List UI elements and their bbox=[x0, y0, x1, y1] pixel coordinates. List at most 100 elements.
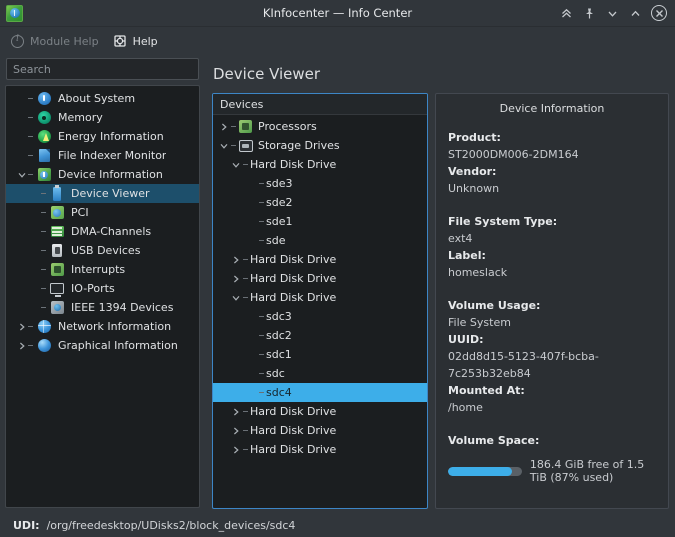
sidebar-item-label: PCI bbox=[71, 206, 89, 219]
device-tree-row[interactable]: Storage Drives bbox=[213, 136, 427, 155]
device-tree-row[interactable]: sdc2 bbox=[213, 326, 427, 345]
module-help-button[interactable]: Module Help bbox=[10, 34, 99, 49]
chevron-down-icon[interactable] bbox=[229, 155, 243, 174]
sidebar-item-interrupts[interactable]: Interrupts bbox=[6, 260, 199, 279]
chevron-right-icon[interactable] bbox=[217, 117, 231, 136]
tree-connector bbox=[28, 127, 36, 146]
tree-connector bbox=[41, 279, 49, 298]
device-tree-row-label: Processors bbox=[258, 120, 317, 133]
tree-connector bbox=[243, 250, 250, 269]
tree-connector bbox=[259, 174, 266, 193]
chevron-right-icon[interactable] bbox=[229, 269, 243, 288]
sphere-icon bbox=[36, 338, 52, 354]
sidebar-item-pci[interactable]: PCI bbox=[6, 203, 199, 222]
device-tree-row[interactable]: Processors bbox=[213, 117, 427, 136]
device-tree-header: Devices bbox=[213, 94, 427, 115]
device-tree-row[interactable]: sdc1 bbox=[213, 345, 427, 364]
pin-icon[interactable] bbox=[582, 6, 596, 20]
main-content: Device Viewer Devices Processors Storage … bbox=[205, 55, 675, 513]
device-tree-row[interactable]: Hard Disk Drive bbox=[213, 155, 427, 174]
tree-connector bbox=[243, 440, 250, 459]
device-tree-row-label: Hard Disk Drive bbox=[250, 405, 337, 418]
sidebar: About System Memory Energy Information File… bbox=[0, 55, 205, 513]
device-tree-row[interactable]: sde bbox=[213, 231, 427, 250]
chevron-right-icon[interactable] bbox=[15, 336, 28, 355]
volume-space-key: Volume Space: bbox=[448, 434, 540, 447]
device-tree-row-label: sdc3 bbox=[266, 310, 292, 323]
search-input[interactable] bbox=[6, 58, 199, 80]
field-spacer bbox=[448, 416, 656, 432]
device-info-value: /home bbox=[448, 401, 483, 414]
chevron-down-icon[interactable] bbox=[217, 136, 231, 155]
sidebar-item-about-system[interactable]: About System bbox=[6, 89, 199, 108]
device-tree-row-label: Storage Drives bbox=[258, 139, 340, 152]
device-tree-body[interactable]: Processors Storage Drives Hard Disk Drive s… bbox=[213, 115, 427, 508]
tree-connector bbox=[243, 155, 250, 174]
double-chevron-up-icon[interactable] bbox=[559, 6, 573, 20]
chevron-down-icon[interactable] bbox=[229, 288, 243, 307]
sidebar-item-network-information[interactable]: Network Information bbox=[6, 317, 199, 336]
device-tree-row[interactable]: Hard Disk Drive bbox=[213, 421, 427, 440]
globe-icon bbox=[36, 319, 52, 335]
device-info-key: Mounted At: bbox=[448, 384, 525, 397]
device-tree-row[interactable]: Hard Disk Drive bbox=[213, 250, 427, 269]
kinfocenter-icon bbox=[6, 4, 23, 22]
sidebar-item-label: Energy Information bbox=[58, 130, 164, 143]
file-icon bbox=[36, 148, 52, 164]
tree-connector bbox=[259, 307, 266, 326]
chevron-right-icon[interactable] bbox=[229, 402, 243, 421]
page-title: Device Viewer bbox=[213, 65, 321, 83]
close-icon[interactable] bbox=[651, 5, 667, 21]
sidebar-item-label: USB Devices bbox=[71, 244, 141, 257]
device-tree-row-label: sdc2 bbox=[266, 329, 292, 342]
chevron-right-icon[interactable] bbox=[15, 317, 28, 336]
device-tree-panel[interactable]: Devices Processors Storage Drives Hard Dis… bbox=[212, 93, 428, 509]
window-controls bbox=[559, 5, 675, 21]
search-container bbox=[5, 55, 200, 85]
chevron-right-icon[interactable] bbox=[229, 250, 243, 269]
interrupt-icon bbox=[49, 262, 65, 278]
sidebar-item-dma-channels[interactable]: DMA-Channels bbox=[6, 222, 199, 241]
device-tree-row[interactable]: sdc3 bbox=[213, 307, 427, 326]
sidebar-item-device-information[interactable]: Device Information bbox=[6, 165, 199, 184]
sidebar-item-graphical-information[interactable]: Graphical Information bbox=[6, 336, 199, 355]
device-tree-row-label: sde bbox=[266, 234, 286, 247]
chevron-right-icon[interactable] bbox=[229, 421, 243, 440]
sidebar-item-memory[interactable]: Memory bbox=[6, 108, 199, 127]
tree-connector bbox=[28, 336, 36, 355]
sidebar-item-io-ports[interactable]: IO-Ports bbox=[6, 279, 199, 298]
module-tree[interactable]: About System Memory Energy Information File… bbox=[5, 85, 200, 508]
sidebar-item-usb-devices[interactable]: USB Devices bbox=[6, 241, 199, 260]
tree-connector bbox=[41, 222, 49, 241]
sidebar-item-ieee-1394-devices[interactable]: IEEE 1394 Devices bbox=[6, 298, 199, 317]
device-tree-row[interactable]: sde1 bbox=[213, 212, 427, 231]
help-button[interactable]: Help bbox=[113, 34, 158, 49]
device-tree-row-label: Hard Disk Drive bbox=[250, 253, 337, 266]
chevron-up-icon[interactable] bbox=[628, 6, 642, 20]
device-info-key: UUID: bbox=[448, 333, 484, 346]
tree-connector bbox=[259, 193, 266, 212]
usb-device-icon bbox=[49, 243, 65, 259]
device-tree-row[interactable]: Hard Disk Drive bbox=[213, 288, 427, 307]
tree-connector bbox=[41, 184, 49, 203]
sidebar-item-label: IO-Ports bbox=[71, 282, 115, 295]
device-info-value: File System bbox=[448, 316, 511, 329]
window-body: About System Memory Energy Information File… bbox=[0, 55, 675, 513]
device-tree-row[interactable]: Hard Disk Drive bbox=[213, 440, 427, 459]
device-tree-row[interactable]: Hard Disk Drive bbox=[213, 402, 427, 421]
field-spacer bbox=[448, 197, 656, 213]
sidebar-item-file-indexer-monitor[interactable]: File Indexer Monitor bbox=[6, 146, 199, 165]
sidebar-item-energy-information[interactable]: Energy Information bbox=[6, 127, 199, 146]
device-tree-row[interactable]: sde2 bbox=[213, 193, 427, 212]
device-tree-row[interactable]: Hard Disk Drive bbox=[213, 269, 427, 288]
device-tree-row[interactable]: sdc4 bbox=[213, 383, 427, 402]
chevron-down-icon[interactable] bbox=[605, 6, 619, 20]
chevron-down-icon[interactable] bbox=[15, 165, 28, 184]
device-tree-row[interactable]: sdc bbox=[213, 364, 427, 383]
chevron-right-icon[interactable] bbox=[229, 440, 243, 459]
sidebar-item-device-viewer[interactable]: Device Viewer bbox=[6, 184, 199, 203]
sidebar-item-label: File Indexer Monitor bbox=[58, 149, 167, 162]
tree-connector bbox=[259, 231, 266, 250]
device-tree-row[interactable]: sde3 bbox=[213, 174, 427, 193]
drive-icon bbox=[238, 138, 253, 153]
